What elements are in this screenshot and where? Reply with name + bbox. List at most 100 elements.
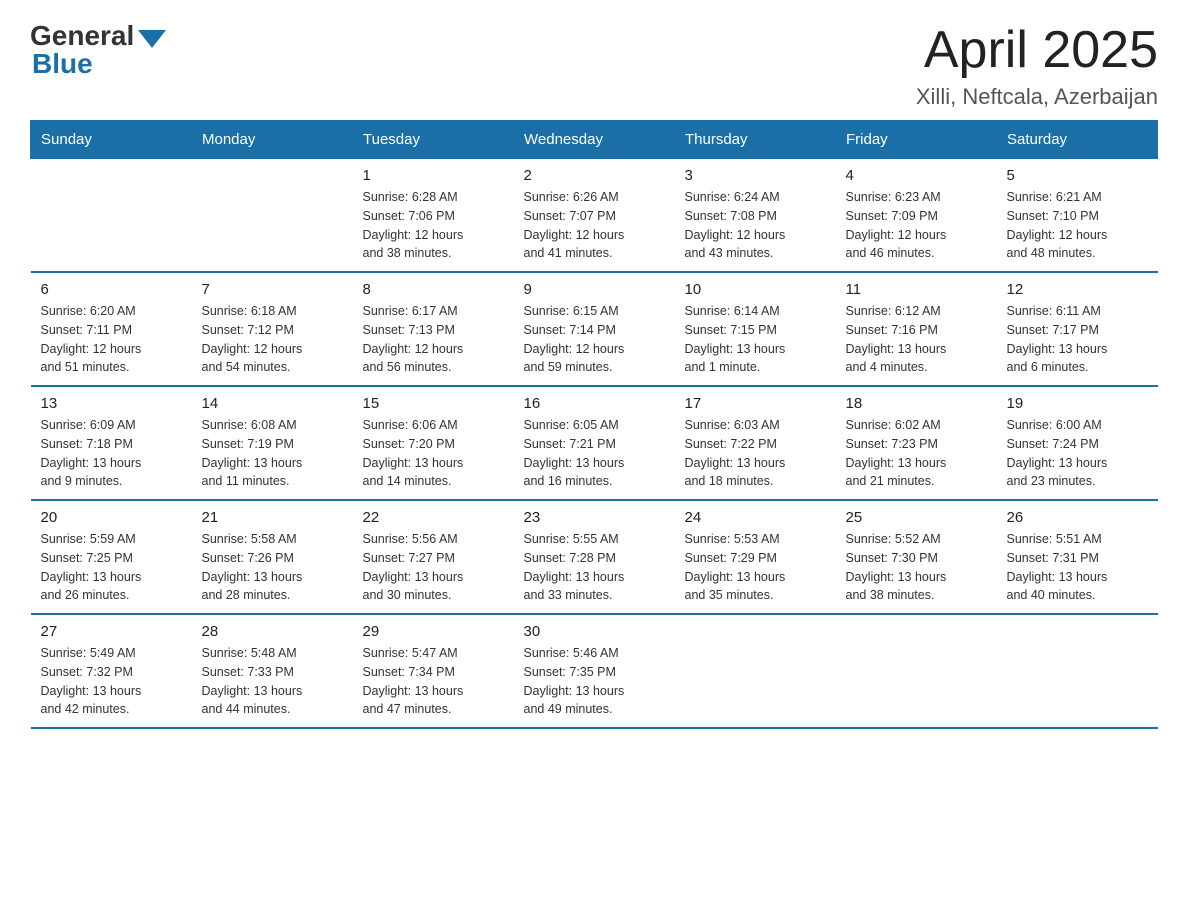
day-info: Sunrise: 5:53 AM Sunset: 7:29 PM Dayligh… [685, 530, 826, 605]
day-number: 18 [846, 395, 987, 412]
week-row-5: 27 Sunrise: 5:49 AM Sunset: 7:32 PM Dayli… [31, 614, 1158, 728]
day-number: 5 [1007, 167, 1148, 184]
logo-blue-text: Blue [30, 48, 93, 80]
day-info: Sunrise: 6:21 AM Sunset: 7:10 PM Dayligh… [1007, 188, 1148, 263]
day-info: Sunrise: 6:06 AM Sunset: 7:20 PM Dayligh… [363, 416, 504, 491]
day-number: 19 [1007, 395, 1148, 412]
calendar-cell: 23 Sunrise: 5:55 AM Sunset: 7:28 PM Dayli… [514, 500, 675, 614]
header-monday: Monday [192, 121, 353, 159]
calendar-cell [997, 614, 1158, 728]
calendar-cell: 5 Sunrise: 6:21 AM Sunset: 7:10 PM Daylig… [997, 159, 1158, 273]
day-number: 22 [363, 509, 504, 526]
calendar-title: April 2025 [916, 20, 1158, 80]
day-number: 29 [363, 623, 504, 640]
week-row-3: 13 Sunrise: 6:09 AM Sunset: 7:18 PM Dayli… [31, 386, 1158, 500]
calendar-cell: 21 Sunrise: 5:58 AM Sunset: 7:26 PM Dayli… [192, 500, 353, 614]
calendar-cell: 2Sunrise: 6:26 AM Sunset: 7:07 PM Daylig… [514, 159, 675, 273]
header-thursday: Thursday [675, 121, 836, 159]
calendar-cell: 7Sunrise: 6:18 AM Sunset: 7:12 PM Daylig… [192, 272, 353, 386]
day-number: 15 [363, 395, 504, 412]
page-header: General Blue April 2025 Xilli, Neftcala,… [30, 20, 1158, 110]
calendar-cell: 9 Sunrise: 6:15 AM Sunset: 7:14 PM Daylig… [514, 272, 675, 386]
day-number: 25 [846, 509, 987, 526]
day-info: Sunrise: 5:52 AM Sunset: 7:30 PM Dayligh… [846, 530, 987, 605]
day-info: Sunrise: 6:15 AM Sunset: 7:14 PM Dayligh… [524, 302, 665, 377]
day-number: 16 [524, 395, 665, 412]
day-info: Sunrise: 6:02 AM Sunset: 7:23 PM Dayligh… [846, 416, 987, 491]
day-number: 10 [685, 281, 826, 298]
day-number: 23 [524, 509, 665, 526]
calendar-cell: 1 Sunrise: 6:28 AM Sunset: 7:06 PM Daylig… [353, 159, 514, 273]
day-number: 21 [202, 509, 343, 526]
day-info: Sunrise: 6:26 AM Sunset: 7:07 PM Dayligh… [524, 188, 665, 263]
day-info: Sunrise: 6:23 AM Sunset: 7:09 PM Dayligh… [846, 188, 987, 263]
calendar-cell [192, 159, 353, 273]
day-info: Sunrise: 6:24 AM Sunset: 7:08 PM Dayligh… [685, 188, 826, 263]
calendar-cell: 17 Sunrise: 6:03 AM Sunset: 7:22 PM Dayli… [675, 386, 836, 500]
day-number: 26 [1007, 509, 1148, 526]
day-number: 12 [1007, 281, 1148, 298]
calendar-cell: 8 Sunrise: 6:17 AM Sunset: 7:13 PM Daylig… [353, 272, 514, 386]
day-info: Sunrise: 5:46 AM Sunset: 7:35 PM Dayligh… [524, 644, 665, 719]
calendar-cell: 3 Sunrise: 6:24 AM Sunset: 7:08 PM Daylig… [675, 159, 836, 273]
day-info: Sunrise: 6:09 AM Sunset: 7:18 PM Dayligh… [41, 416, 182, 491]
week-row-2: 6 Sunrise: 6:20 AM Sunset: 7:11 PM Daylig… [31, 272, 1158, 386]
day-number: 7 [202, 281, 343, 298]
calendar-cell: 12 Sunrise: 6:11 AM Sunset: 7:17 PM Dayli… [997, 272, 1158, 386]
header-tuesday: Tuesday [353, 121, 514, 159]
calendar-cell: 14Sunrise: 6:08 AM Sunset: 7:19 PM Dayli… [192, 386, 353, 500]
calendar-header-row: SundayMondayTuesdayWednesdayThursdayFrid… [31, 121, 1158, 159]
day-info: Sunrise: 6:11 AM Sunset: 7:17 PM Dayligh… [1007, 302, 1148, 377]
day-number: 28 [202, 623, 343, 640]
calendar-cell: 29Sunrise: 5:47 AM Sunset: 7:34 PM Dayli… [353, 614, 514, 728]
calendar-cell: 16Sunrise: 6:05 AM Sunset: 7:21 PM Dayli… [514, 386, 675, 500]
day-number: 11 [846, 281, 987, 298]
calendar-cell: 26 Sunrise: 5:51 AM Sunset: 7:31 PM Dayli… [997, 500, 1158, 614]
day-number: 1 [363, 167, 504, 184]
logo-arrow-icon [138, 30, 166, 48]
calendar-cell: 19 Sunrise: 6:00 AM Sunset: 7:24 PM Dayli… [997, 386, 1158, 500]
calendar-cell: 11Sunrise: 6:12 AM Sunset: 7:16 PM Dayli… [836, 272, 997, 386]
day-info: Sunrise: 6:20 AM Sunset: 7:11 PM Dayligh… [41, 302, 182, 377]
logo: General Blue [30, 20, 166, 80]
day-number: 27 [41, 623, 182, 640]
day-info: Sunrise: 5:55 AM Sunset: 7:28 PM Dayligh… [524, 530, 665, 605]
calendar-cell: 25 Sunrise: 5:52 AM Sunset: 7:30 PM Dayli… [836, 500, 997, 614]
calendar-cell: 15 Sunrise: 6:06 AM Sunset: 7:20 PM Dayli… [353, 386, 514, 500]
calendar-cell: 22 Sunrise: 5:56 AM Sunset: 7:27 PM Dayli… [353, 500, 514, 614]
header-saturday: Saturday [997, 121, 1158, 159]
week-row-1: 1 Sunrise: 6:28 AM Sunset: 7:06 PM Daylig… [31, 159, 1158, 273]
calendar-cell: 30 Sunrise: 5:46 AM Sunset: 7:35 PM Dayli… [514, 614, 675, 728]
calendar-cell: 28Sunrise: 5:48 AM Sunset: 7:33 PM Dayli… [192, 614, 353, 728]
calendar-cell: 20Sunrise: 5:59 AM Sunset: 7:25 PM Dayli… [31, 500, 192, 614]
header-friday: Friday [836, 121, 997, 159]
day-info: Sunrise: 5:59 AM Sunset: 7:25 PM Dayligh… [41, 530, 182, 605]
day-info: Sunrise: 6:14 AM Sunset: 7:15 PM Dayligh… [685, 302, 826, 377]
day-info: Sunrise: 5:58 AM Sunset: 7:26 PM Dayligh… [202, 530, 343, 605]
calendar-body: 1 Sunrise: 6:28 AM Sunset: 7:06 PM Daylig… [31, 159, 1158, 729]
calendar-cell: 27 Sunrise: 5:49 AM Sunset: 7:32 PM Dayli… [31, 614, 192, 728]
day-info: Sunrise: 6:28 AM Sunset: 7:06 PM Dayligh… [363, 188, 504, 263]
day-number: 30 [524, 623, 665, 640]
day-number: 17 [685, 395, 826, 412]
day-info: Sunrise: 5:56 AM Sunset: 7:27 PM Dayligh… [363, 530, 504, 605]
calendar-cell: 6 Sunrise: 6:20 AM Sunset: 7:11 PM Daylig… [31, 272, 192, 386]
day-number: 13 [41, 395, 182, 412]
day-info: Sunrise: 5:49 AM Sunset: 7:32 PM Dayligh… [41, 644, 182, 719]
header-wednesday: Wednesday [514, 121, 675, 159]
day-number: 9 [524, 281, 665, 298]
day-number: 14 [202, 395, 343, 412]
day-info: Sunrise: 6:00 AM Sunset: 7:24 PM Dayligh… [1007, 416, 1148, 491]
day-number: 3 [685, 167, 826, 184]
day-number: 4 [846, 167, 987, 184]
day-number: 6 [41, 281, 182, 298]
week-row-4: 20Sunrise: 5:59 AM Sunset: 7:25 PM Dayli… [31, 500, 1158, 614]
day-info: Sunrise: 5:51 AM Sunset: 7:31 PM Dayligh… [1007, 530, 1148, 605]
calendar-cell: 18 Sunrise: 6:02 AM Sunset: 7:23 PM Dayli… [836, 386, 997, 500]
calendar-header: SundayMondayTuesdayWednesdayThursdayFrid… [31, 121, 1158, 159]
day-info: Sunrise: 6:17 AM Sunset: 7:13 PM Dayligh… [363, 302, 504, 377]
calendar-cell [836, 614, 997, 728]
day-number: 8 [363, 281, 504, 298]
day-info: Sunrise: 6:03 AM Sunset: 7:22 PM Dayligh… [685, 416, 826, 491]
title-block: April 2025 Xilli, Neftcala, Azerbaijan [916, 20, 1158, 110]
